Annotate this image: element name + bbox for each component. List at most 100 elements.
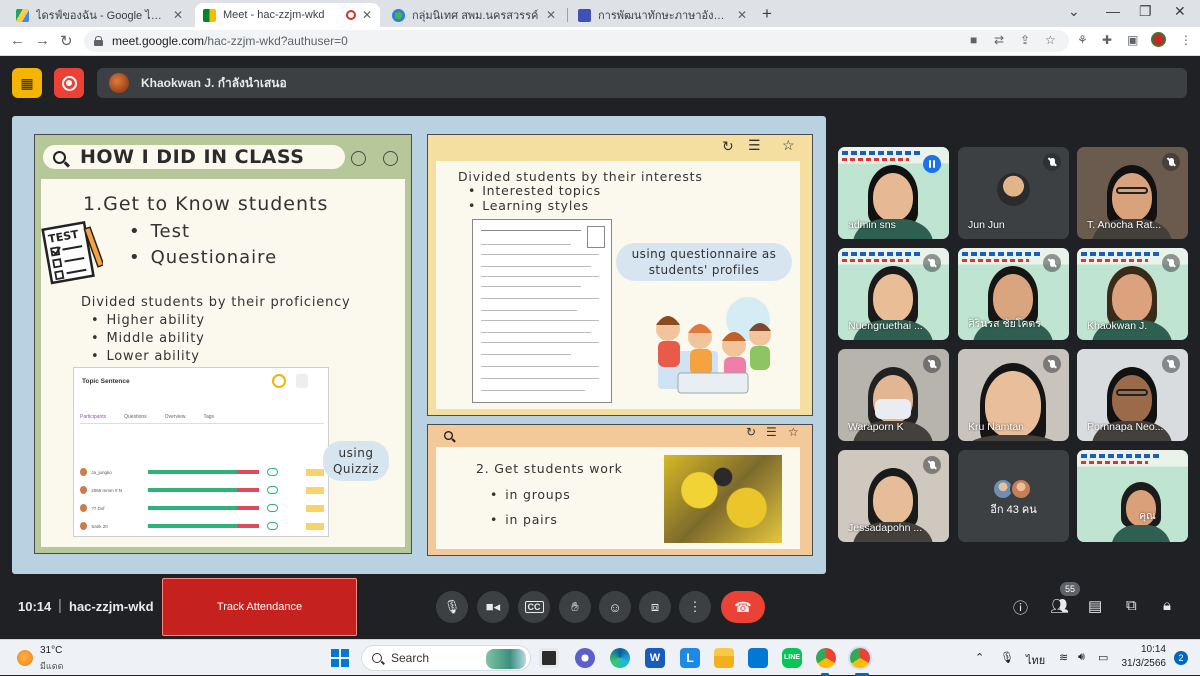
chrome-icon[interactable] — [816, 648, 836, 668]
volume-icon[interactable]: 🔊︎ — [1078, 651, 1085, 664]
record-icon — [61, 75, 77, 91]
close-tab-icon[interactable]: ✕ — [546, 8, 556, 22]
participant-tile[interactable]: ศิรินรส ชัยโคตร — [958, 248, 1069, 340]
tab-supervision-group[interactable]: กลุ่มนิเทศ สพม.นครสวรรค์ ✕ — [384, 3, 564, 27]
present-now-button[interactable]: ⧈ — [639, 591, 671, 623]
leave-call-button[interactable]: ☎︎ — [721, 591, 765, 623]
track-attendance-button[interactable]: Track Attendance — [162, 578, 357, 636]
get-to-know-heading: 1.Get to Know students — [83, 193, 329, 215]
participant-tile[interactable]: Jessadapohn ... — [838, 450, 949, 542]
tab-google-drive[interactable]: ไดรฟ์ของฉัน - Google ไดรฟ์ ✕ — [8, 3, 191, 27]
tab-search-icon[interactable]: ⌄ — [1068, 3, 1080, 20]
hang-up-icon: ☎︎ — [734, 598, 752, 615]
tab-meet[interactable]: Meet - hac-zzjm-wkd ✕ — [195, 3, 380, 27]
task-view-icon[interactable] — [539, 648, 559, 668]
l-app-icon[interactable]: L — [680, 648, 700, 668]
browser-menu-icon[interactable]: ⋮ — [1180, 33, 1192, 47]
camera-in-use-icon[interactable]: ■ — [970, 33, 977, 47]
forward-icon[interactable]: → — [35, 32, 50, 49]
teams-chat-icon[interactable] — [575, 648, 595, 668]
participant-tile[interactable]: Kru Namtan — [958, 349, 1069, 441]
taskbar-date[interactable]: 31/3/2566 — [1120, 658, 1167, 669]
camera-button[interactable]: ■◂ — [477, 591, 509, 623]
restore-icon[interactable]: ❐ — [1139, 3, 1152, 20]
address-bar[interactable]: meet.google.com/hac-zzjm-wkd?authuser=0 — [84, 30, 1069, 52]
recording-button[interactable] — [54, 68, 84, 98]
activities-icon[interactable]: ⧉ — [1126, 597, 1137, 614]
participant-tile[interactable]: คุณ — [1077, 450, 1188, 542]
participant-tile[interactable]: อีก 43 คน — [958, 450, 1069, 542]
mic-off-icon — [1043, 153, 1061, 171]
reload-icon[interactable]: ↻ — [60, 32, 73, 50]
close-tab-icon[interactable]: ✕ — [737, 8, 747, 22]
meeting-info-icon[interactable]: ⓘ — [1013, 597, 1028, 618]
mic-tray-icon[interactable]: 🎙︎ — [1000, 651, 1014, 664]
translate-icon[interactable]: ⇄ — [994, 33, 1004, 47]
meeting-code: hac-zzjm-wkd — [69, 599, 154, 614]
captions-button[interactable]: CC — [518, 591, 550, 623]
wifi-icon[interactable]: ≋ — [1059, 651, 1068, 664]
close-window-icon[interactable]: ✕ — [1174, 3, 1186, 20]
tray-overflow-icon[interactable]: ⌃ — [975, 651, 984, 664]
taskbar-time[interactable]: 10:14 — [1132, 644, 1166, 655]
battery-icon[interactable]: ▭ — [1098, 651, 1108, 664]
quiz-tab: Questions — [124, 414, 147, 420]
line-app-icon[interactable]: LINE — [782, 648, 802, 668]
participant-tile[interactable]: Nuengruethai ... — [838, 248, 949, 340]
minimize-icon[interactable]: — — [1106, 3, 1120, 19]
extensions-puzzle-icon[interactable]: ✚ — [1102, 33, 1112, 47]
student-name: Ja_jungko — [91, 469, 112, 475]
file-explorer-icon[interactable] — [714, 648, 734, 668]
input-language[interactable]: ไทย — [1026, 651, 1045, 669]
edge-icon[interactable] — [610, 648, 630, 668]
person-face — [873, 173, 913, 221]
extension-icon[interactable]: ⚘ — [1077, 33, 1088, 47]
participant-tile[interactable]: Khaokwan J. — [1077, 248, 1188, 340]
questionnaire-bubble-line: using questionnaire as — [631, 247, 777, 261]
host-controls-icon[interactable]: 🔒︎ — [1163, 597, 1171, 614]
participant-tile[interactable]: admin sns — [838, 147, 949, 239]
chrome-profile-icon[interactable] — [850, 648, 870, 668]
mic-off-icon — [1162, 355, 1180, 373]
close-tab-icon[interactable]: ✕ — [173, 8, 183, 22]
student-name: 2065 mmm # Nyan 125 — [91, 487, 122, 493]
questionnaire-bubble-line: students' profiles — [648, 263, 760, 277]
participant-name: Waraporn K — [848, 421, 904, 433]
notification-badge[interactable]: 2 — [1174, 651, 1188, 665]
circle-icon — [383, 151, 398, 166]
participant-name: Pornnapa Neo... — [1087, 421, 1164, 433]
questions-stat-icon — [296, 374, 308, 388]
share-icon[interactable]: ⇪ — [1020, 33, 1030, 47]
microphone-icon: 🎙︎ — [443, 599, 461, 614]
more-options-button[interactable]: ⋮ — [679, 591, 711, 623]
raise-hand-button[interactable]: ✋︎ — [559, 591, 591, 623]
bookmark-star-icon[interactable]: ☆ — [1045, 33, 1056, 47]
close-tab-icon[interactable]: ✕ — [362, 8, 372, 22]
back-icon[interactable]: ← — [10, 32, 25, 49]
weather-sun-icon[interactable] — [17, 650, 33, 666]
presenter-avatar — [109, 73, 129, 93]
participant-tile[interactable]: Waraporn K — [838, 349, 949, 441]
meeting-clock: 10:14 — [18, 599, 52, 614]
presenter-banner: Khaokwan J. กำลังนำเสนอ — [97, 68, 1187, 98]
people-icon[interactable]: 👥︎ — [1050, 597, 1069, 615]
participant-tile[interactable]: T. Anocha Rat... — [1077, 147, 1188, 239]
stop-presenting-icon[interactable]: ▦ — [12, 68, 42, 98]
quiz-student-row: 2065 mmm # Nyan 125 — [80, 482, 324, 498]
word-icon[interactable]: W — [645, 648, 665, 668]
profile-avatar-icon[interactable] — [1151, 32, 1166, 47]
participant-tile[interactable]: Pornnapa Neo... — [1077, 349, 1188, 441]
windows-start-icon[interactable] — [331, 649, 349, 667]
side-panel-icon[interactable]: ▣ — [1127, 33, 1138, 47]
in-groups-bullet: in groups — [490, 487, 571, 502]
reactions-button[interactable]: ☺ — [599, 591, 631, 623]
mic-off-icon — [923, 355, 941, 373]
mail-icon[interactable] — [748, 648, 768, 668]
participant-tile[interactable]: Jun Jun — [958, 147, 1069, 239]
tab-english-skills[interactable]: การพัฒนาทักษะภาษาอังกฤษ English ✕ — [570, 3, 755, 27]
microphone-button[interactable]: 🎙︎ — [436, 591, 468, 623]
chat-icon[interactable]: ▤ — [1088, 597, 1102, 615]
glasses — [1116, 187, 1148, 194]
taskbar-search[interactable]: Search — [361, 645, 531, 671]
new-tab-icon[interactable]: + — [762, 4, 772, 24]
